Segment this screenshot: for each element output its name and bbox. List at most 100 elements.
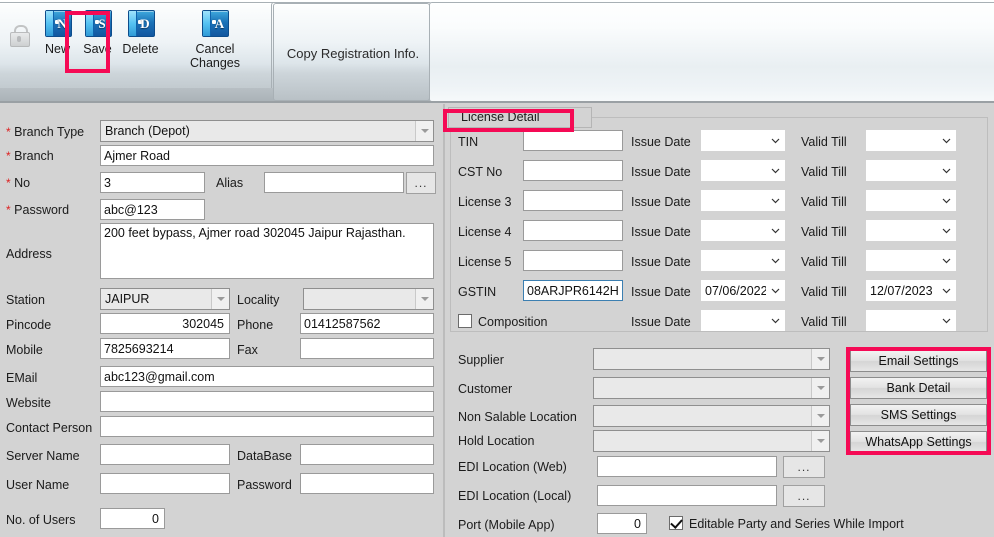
hold-location-combo[interactable] — [593, 430, 830, 452]
mobile-label: Mobile — [6, 343, 43, 357]
password-input[interactable]: abc@123 — [100, 199, 205, 220]
chevron-down-icon — [811, 406, 829, 426]
password-required: * — [6, 203, 11, 217]
edi-web-label: EDI Location (Web) — [458, 460, 567, 474]
composition-checkbox[interactable] — [458, 314, 472, 328]
editable-party-checkbox[interactable] — [669, 516, 683, 530]
copy-registration-info-button[interactable]: Copy Registration Info. — [273, 3, 430, 101]
edi-web-browse-button[interactable]: ... — [783, 456, 825, 478]
license3-input[interactable] — [523, 190, 623, 211]
cst-no-input[interactable] — [523, 160, 623, 181]
license4-input[interactable] — [523, 220, 623, 241]
cst-issue-date-picker[interactable] — [701, 160, 785, 181]
fax-input[interactable] — [300, 338, 434, 359]
cst-issue-date-label: Issue Date — [631, 165, 691, 179]
customer-combo[interactable] — [593, 377, 830, 399]
license4-issue-date-label: Issue Date — [631, 225, 691, 239]
gstin-valid-till-label: Valid Till — [801, 285, 847, 299]
cst-valid-till-label: Valid Till — [801, 165, 847, 179]
cancel-changes-button[interactable]: A Cancel Changes — [170, 8, 260, 70]
highlight-save-button — [65, 11, 110, 73]
no-input[interactable]: 3 — [100, 172, 205, 193]
delete-button[interactable]: D Delete — [113, 8, 168, 70]
alias-label: Alias — [216, 176, 244, 190]
branch-type-combo[interactable]: Branch (Depot) — [100, 120, 434, 142]
db-password-input[interactable] — [300, 473, 434, 494]
gstin-issue-date-label: Issue Date — [631, 285, 691, 299]
license4-valid-till-picker[interactable] — [866, 220, 956, 241]
database-input[interactable] — [300, 444, 434, 465]
gstin-valid-till-picker[interactable]: 12/07/2023 — [866, 280, 956, 301]
no-required: * — [6, 176, 11, 190]
highlight-settings-buttons — [846, 347, 991, 455]
composition-issue-date-picker[interactable] — [701, 310, 785, 331]
license5-issue-date-label: Issue Date — [631, 255, 691, 269]
user-name-input[interactable] — [100, 473, 230, 494]
server-name-input[interactable] — [100, 444, 230, 465]
tin-issue-date-picker[interactable] — [701, 130, 785, 151]
chevron-down-icon — [811, 431, 829, 451]
license5-input[interactable] — [523, 250, 623, 271]
editable-party-label: Editable Party and Series While Import — [689, 517, 904, 531]
license5-valid-till-picker[interactable] — [866, 250, 956, 271]
delete-document-icon: D — [127, 10, 155, 37]
gstin-input[interactable]: 08ARJPR6142H — [523, 280, 623, 301]
chevron-down-icon — [415, 289, 433, 309]
ribbon-toolbar: N New S Save D Delete A Cancel Changes C… — [0, 0, 994, 103]
website-input[interactable] — [100, 391, 434, 412]
database-label: DataBase — [237, 449, 292, 463]
chevron-down-icon — [937, 258, 955, 264]
branch-details-panel: * Branch Type Branch (Depot) * Branch Aj… — [0, 104, 443, 537]
alias-input[interactable] — [264, 172, 404, 193]
email-label: EMail — [6, 371, 38, 385]
branch-type-value: Branch (Depot) — [105, 124, 190, 138]
port-mobile-app-label: Port (Mobile App) — [458, 518, 555, 532]
cst-valid-till-picker[interactable] — [866, 160, 956, 181]
edi-web-input[interactable] — [597, 456, 777, 477]
alias-browse-button[interactable]: ... — [406, 172, 436, 194]
edi-local-browse-button[interactable]: ... — [783, 485, 825, 507]
tin-input[interactable] — [523, 130, 623, 151]
license5-issue-date-picker[interactable] — [701, 250, 785, 271]
website-label: Website — [6, 396, 51, 410]
phone-input[interactable]: 01412587562 — [300, 313, 434, 334]
locality-combo[interactable] — [303, 288, 434, 310]
edi-local-input[interactable] — [597, 485, 777, 506]
branch-input[interactable]: Ajmer Road — [100, 145, 434, 166]
license3-issue-date-picker[interactable] — [701, 190, 785, 211]
copy-registration-info-label: Copy Registration Info. — [286, 45, 420, 61]
port-mobile-app-input[interactable]: 0 — [597, 513, 647, 534]
mobile-input[interactable]: 7825693214 — [100, 338, 230, 359]
no-of-users-label: No. of Users — [6, 513, 76, 527]
locality-label: Locality — [237, 293, 280, 307]
license3-valid-till-picker[interactable] — [866, 190, 956, 211]
delete-button-label: Delete — [122, 42, 159, 56]
no-of-users-input[interactable]: 0 — [100, 508, 165, 529]
cancel-changes-button-label: Cancel Changes — [189, 42, 241, 70]
supplier-combo[interactable] — [593, 348, 830, 370]
branch-label: * Branch — [6, 149, 54, 163]
station-combo[interactable]: JAIPUR — [100, 288, 230, 310]
station-value: JAIPUR — [105, 292, 150, 306]
composition-valid-till-label: Valid Till — [801, 315, 847, 329]
license3-label: License 3 — [458, 195, 512, 209]
lock-keyhole — [17, 36, 21, 42]
composition-label: Composition — [478, 315, 548, 329]
composition-valid-till-picker[interactable] — [866, 310, 956, 331]
supplier-label: Supplier — [458, 353, 504, 367]
edi-local-label: EDI Location (Local) — [458, 489, 572, 503]
chevron-down-icon — [937, 168, 955, 174]
chevron-down-icon — [811, 378, 829, 398]
email-input[interactable]: abc123@gmail.com — [100, 366, 434, 387]
license4-issue-date-picker[interactable] — [701, 220, 785, 241]
tin-valid-till-picker[interactable] — [866, 130, 956, 151]
chevron-down-icon — [937, 138, 955, 144]
pincode-input[interactable]: 302045 — [100, 313, 230, 334]
gstin-label: GSTIN — [458, 285, 497, 299]
address-textarea[interactable]: 200 feet bypass, Ajmer road 302045 Jaipu… — [100, 223, 434, 279]
chevron-down-icon — [811, 349, 829, 369]
gstin-issue-date-picker[interactable]: 07/06/2022 — [701, 280, 785, 301]
contact-person-input[interactable] — [100, 416, 434, 437]
customer-label: Customer — [458, 382, 513, 396]
non-salable-location-combo[interactable] — [593, 405, 830, 427]
